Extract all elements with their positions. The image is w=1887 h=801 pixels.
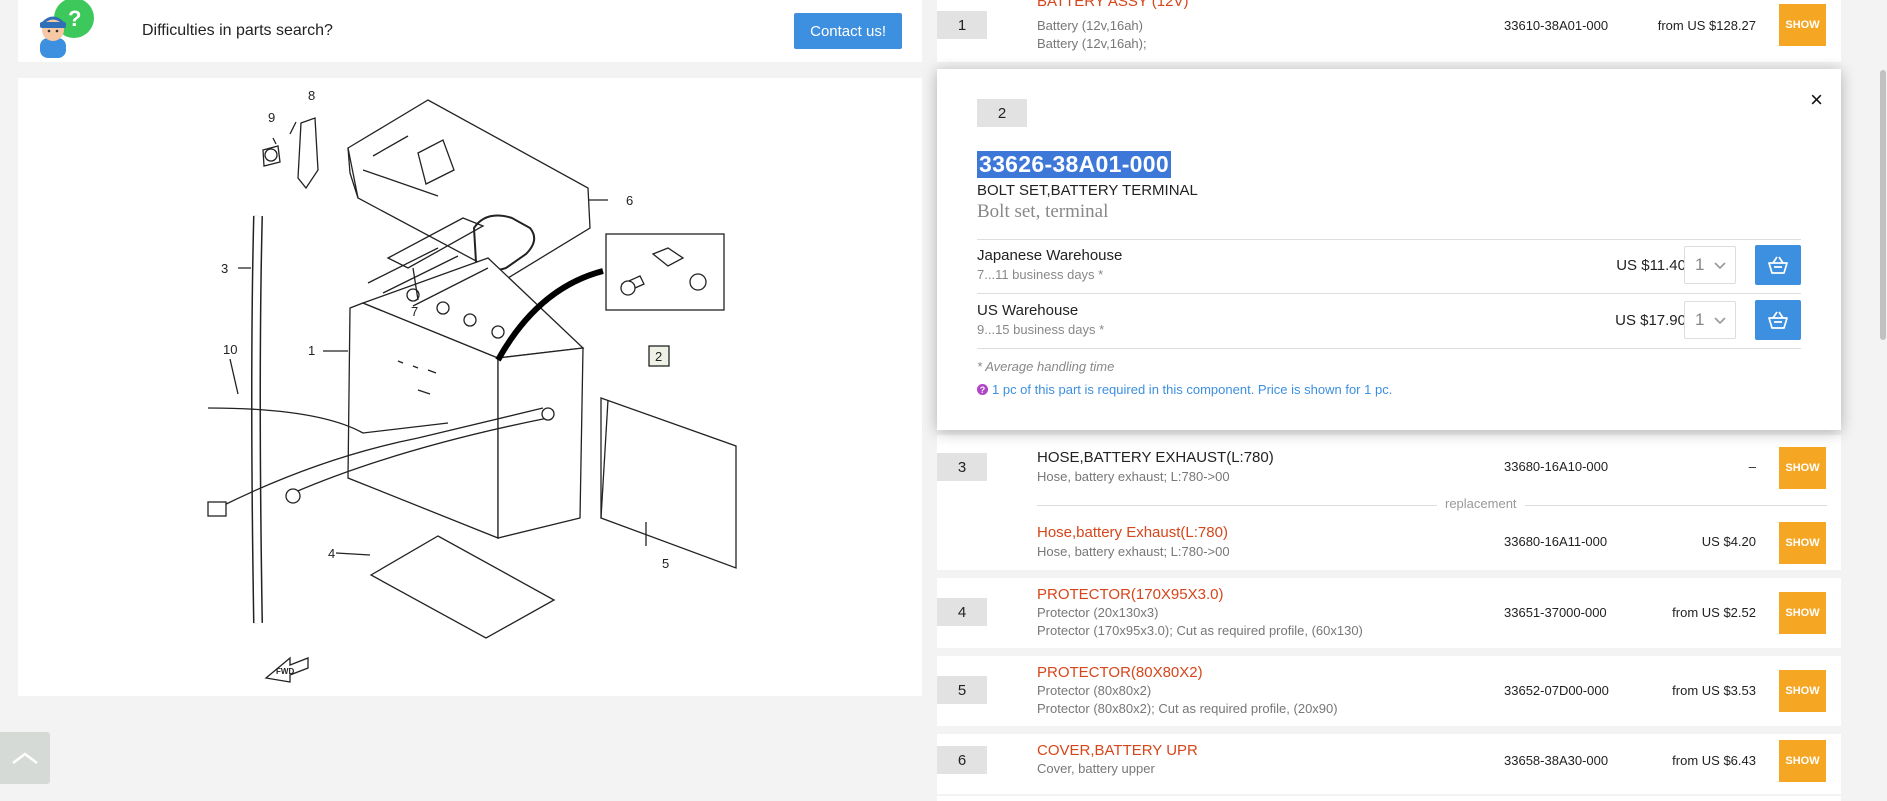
bolt-set-detail — [605, 233, 725, 367]
part-title[interactable]: HOSE,BATTERY EXHAUST(L:780) — [1037, 449, 1274, 466]
callout-6: 6 — [626, 193, 634, 208]
quantity-select[interactable]: 1 — [1684, 246, 1736, 284]
callout-1: 1 — [308, 343, 316, 358]
part-detail-popup: × 2 33626-38A01-000 BOLT SET,BATTERY TER… — [937, 69, 1841, 430]
question-icon: ? — [977, 384, 988, 395]
callout-9: 9 — [268, 110, 276, 125]
warehouse-days: 9...15 business days * — [977, 322, 1105, 337]
replacement-label: replacement — [1437, 496, 1525, 511]
support-avatar-icon: ? — [18, 0, 96, 62]
part-number-badge[interactable]: 3 — [937, 453, 987, 481]
handling-time-note: * Average handling time — [977, 359, 1115, 374]
quantity-info: ? 1 pc of this part is required in this … — [977, 382, 1392, 397]
show-button[interactable]: SHOW — [1779, 592, 1826, 634]
part-row: 5 PROTECTOR(80X80X2) Protector (80x80x2)… — [937, 656, 1841, 726]
part-price: from US $2.52 — [1672, 605, 1756, 620]
callout-5: 5 — [662, 556, 670, 571]
popup-part-name: BOLT SET,BATTERY TERMINAL — [977, 182, 1198, 199]
part-row: 6 COVER,BATTERY UPR Cover, battery upper… — [937, 734, 1841, 794]
part-code: 33658-38A30-000 — [1504, 753, 1609, 768]
part-code: 33651-37000-000 — [1504, 605, 1607, 620]
callout-8: 8 — [308, 88, 316, 103]
part-title[interactable]: PROTECTOR(170X95X3.0) — [1037, 586, 1223, 603]
part-price: from US $128.27 — [1657, 18, 1756, 33]
callout-2[interactable]: 2 — [655, 349, 662, 364]
part-price: US $4.20 — [1701, 534, 1756, 549]
cover-part — [347, 99, 591, 279]
warehouse-name: Japanese Warehouse — [977, 247, 1123, 264]
part-number-badge[interactable]: 1 — [937, 11, 987, 39]
show-button[interactable]: SHOW — [1779, 740, 1826, 782]
divider — [977, 293, 1801, 294]
part-subtitle: Protector (80x80x2) — [1037, 683, 1152, 698]
quantity-info-text: 1 pc of this part is required in this co… — [992, 382, 1393, 397]
part-title[interactable]: PROTECTOR(80X80X2) — [1037, 664, 1203, 681]
quantity-value: 1 — [1695, 255, 1705, 274]
back-to-top-button[interactable] — [0, 732, 50, 784]
battery-part — [347, 217, 585, 539]
part-subtitle: Hose, battery exhaust; L:780->00 — [1037, 544, 1230, 559]
fwd-arrow-icon: FWD — [264, 656, 309, 683]
callout-3: 3 — [221, 261, 229, 276]
part-subtitle: Battery (12v,16ah) — [1037, 18, 1143, 33]
help-bar: ? Difficulties in parts search? Contact … — [18, 0, 922, 62]
svg-text:FWD: FWD — [276, 667, 294, 676]
chevron-down-icon — [1714, 262, 1726, 270]
part-subtitle: Battery (12v,16ah); — [1037, 36, 1147, 51]
show-button[interactable]: SHOW — [1779, 4, 1826, 46]
callout-7: 7 — [411, 304, 419, 319]
close-icon[interactable]: × — [1810, 87, 1823, 113]
part-code: 33680-16A11-000 — [1504, 534, 1608, 549]
basket-icon — [1768, 311, 1788, 329]
add-to-cart-button[interactable] — [1755, 245, 1801, 285]
part-number-badge[interactable]: 6 — [937, 746, 987, 774]
parts-diagram: FWD 8 9 6 3 7 10 1 2 4 5 — [18, 78, 922, 696]
part-row: 4 PROTECTOR(170X95X3.0) Protector (20x13… — [937, 578, 1841, 648]
callout-10: 10 — [223, 342, 238, 357]
part-row: 1 BATTERY ASSY (12V) Battery (12v,16ah) … — [937, 0, 1841, 62]
chevron-up-icon — [12, 752, 38, 764]
warehouse-name: US Warehouse — [977, 302, 1079, 319]
part-row: 3 HOSE,BATTERY EXHAUST(L:780) Hose, batt… — [937, 435, 1841, 570]
part-title[interactable]: BATTERY ASSY (12V) — [1037, 0, 1188, 10]
show-button[interactable]: SHOW — [1779, 447, 1826, 489]
popup-part-number: 2 — [977, 99, 1027, 127]
quantity-select[interactable]: 1 — [1684, 301, 1736, 339]
part-code: 33610-38A01-000 — [1504, 18, 1609, 33]
show-button[interactable]: SHOW — [1779, 522, 1826, 564]
add-to-cart-button[interactable] — [1755, 300, 1801, 340]
part-subtitle: Protector (80x80x2); Cut as required pro… — [1037, 701, 1338, 716]
scrollbar-thumb[interactable] — [1880, 70, 1886, 340]
part-subtitle: Protector (170x95x3.0); Cut as required … — [1037, 623, 1363, 638]
warehouse-price: US $11.40 — [1616, 257, 1686, 274]
part-price: from US $6.43 — [1672, 753, 1756, 768]
part-code: 33680-16A10-000 — [1504, 459, 1609, 474]
part-title[interactable]: COVER,BATTERY UPR — [1037, 742, 1198, 759]
replacement-divider: replacement — [1037, 496, 1827, 514]
callout-4: 4 — [328, 546, 336, 561]
warehouse-price: US $17.90 — [1615, 312, 1686, 329]
list-footer-strip — [937, 796, 1841, 801]
part-subtitle: Hose, battery exhaust; L:780->00 — [1037, 469, 1230, 484]
svg-text:?: ? — [68, 6, 81, 31]
part-number-badge[interactable]: 5 — [937, 676, 987, 704]
part-code: 33652-07D00-000 — [1504, 683, 1609, 698]
quantity-value: 1 — [1695, 310, 1705, 329]
divider — [977, 239, 1801, 240]
part-price: from US $3.53 — [1672, 683, 1756, 698]
part-price: – — [1748, 459, 1756, 474]
show-button[interactable]: SHOW — [1779, 670, 1826, 712]
help-text: Difficulties in parts search? — [142, 22, 333, 39]
part-number-badge[interactable]: 4 — [937, 598, 987, 626]
part-subtitle: Protector (20x130x3) — [1037, 605, 1159, 620]
popup-part-desc: Bolt set, terminal — [977, 201, 1109, 222]
warehouse-days: 7...11 business days * — [977, 267, 1104, 282]
divider — [977, 348, 1801, 349]
basket-icon — [1768, 256, 1788, 274]
contact-us-button[interactable]: Contact us! — [794, 13, 902, 49]
part-title[interactable]: Hose,battery Exhaust(L:780) — [1037, 524, 1228, 541]
part-subtitle: Cover, battery upper — [1037, 761, 1155, 776]
popup-part-code[interactable]: 33626-38A01-000 — [977, 151, 1171, 178]
chevron-down-icon — [1714, 317, 1726, 325]
